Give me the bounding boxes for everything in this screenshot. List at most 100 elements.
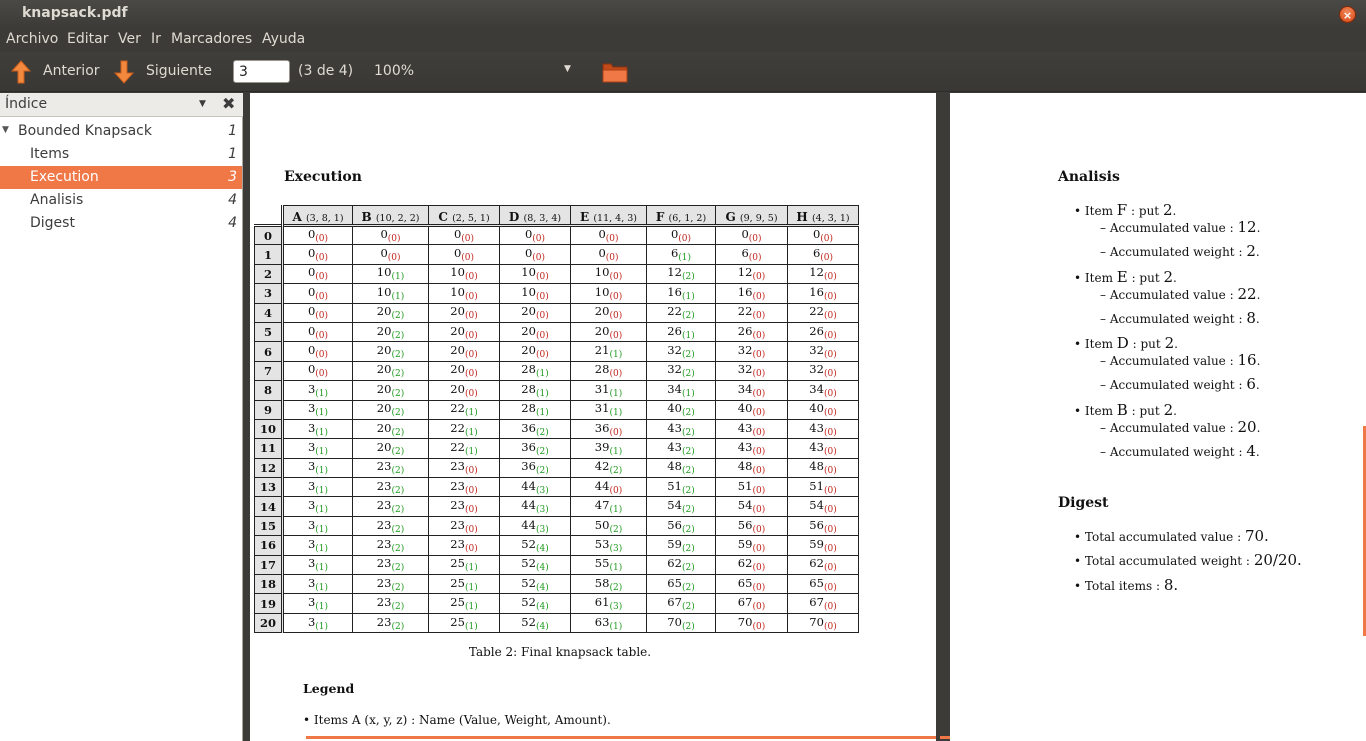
- cell-amount-value: 2: [394, 524, 401, 535]
- cell-value: 28: [521, 381, 536, 396]
- acc-weight-label: Accumulated weight :: [1109, 245, 1243, 259]
- cell-amount-value: 2: [685, 602, 692, 613]
- table-cell: 23(0): [428, 515, 500, 537]
- acc-value-label: Accumulated value :: [1109, 354, 1234, 368]
- column-name: B: [361, 210, 372, 224]
- cell-value: 67: [667, 595, 682, 610]
- table-cell: 26(0): [715, 321, 788, 343]
- cell-amount: (2): [391, 621, 405, 632]
- sidebar-item-analisis[interactable]: Analisis 4: [0, 189, 242, 212]
- cell-value: 22: [450, 401, 465, 416]
- acc-weight: 6: [1246, 375, 1256, 393]
- sidebar-item-digest[interactable]: Digest 4: [0, 212, 242, 235]
- cell-amount-value: 2: [394, 543, 401, 554]
- row-index: 4: [254, 302, 284, 323]
- menu-archivo[interactable]: Archivo: [6, 31, 58, 47]
- cell-value: 26: [667, 323, 682, 338]
- cell-value: 10: [521, 265, 536, 280]
- cell-value: 23: [450, 517, 465, 532]
- menu-ayuda[interactable]: Ayuda: [262, 31, 305, 47]
- cell-value: 23: [376, 517, 392, 532]
- chevron-down-icon[interactable]: ▼: [199, 99, 206, 109]
- row-index: 1: [254, 244, 284, 265]
- cell-value: 23: [450, 478, 465, 493]
- cell-amount: (0): [535, 291, 549, 302]
- table-cell: 0(0): [499, 224, 571, 246]
- table-row: 1 0(0) 0(0) 0(0) 0(0) 0(0) 6(1) 6(0) 6(0): [254, 244, 859, 265]
- cell-amount-value: 0: [827, 330, 834, 341]
- cell-value: 40: [667, 401, 682, 416]
- open-folder-button[interactable]: [601, 59, 629, 85]
- page-number-input[interactable]: [233, 60, 290, 83]
- cell-amount: (0): [823, 543, 837, 554]
- sidebar-item-page: 4: [228, 192, 237, 208]
- cell-amount: (2): [391, 543, 405, 554]
- expander-triangle-icon[interactable]: ▼: [2, 125, 9, 135]
- cell-amount-value: 1: [539, 369, 546, 380]
- cell-amount: (1): [609, 621, 623, 632]
- cell-amount-value: 4: [539, 602, 546, 613]
- table-row: 17 3(1) 23(2) 25(1) 52(4) 55(1) 62(2) 62(0) 62(0…: [254, 554, 859, 576]
- cell-value: 67: [809, 595, 824, 610]
- close-sidebar-icon[interactable]: ✖: [222, 94, 235, 113]
- column-params: (11, 4, 3): [593, 213, 637, 224]
- cell-amount: (0): [609, 311, 623, 322]
- sidebar-item-bounded-knapsack[interactable]: ▼ Bounded Knapsack 1: [0, 120, 242, 143]
- accumulated-weight-line: – Accumulated weight : 2.: [1100, 242, 1260, 260]
- table-cell: 32(0): [715, 341, 788, 362]
- cell-amount: (0): [464, 543, 478, 554]
- table-cell: 20(0): [428, 360, 500, 382]
- cell-value: 0: [380, 227, 388, 242]
- next-page-button[interactable]: [111, 58, 137, 86]
- cell-amount: (0): [752, 291, 766, 302]
- cell-value: 0: [598, 227, 606, 242]
- prev-label[interactable]: Anterior: [43, 63, 100, 79]
- table-cell: 62(0): [787, 554, 859, 576]
- table-cell: 67(0): [715, 593, 788, 614]
- next-label[interactable]: Siguiente: [146, 63, 212, 79]
- table-cell: 20(2): [352, 418, 429, 440]
- menu-ver[interactable]: Ver: [118, 31, 141, 47]
- cell-amount: (0): [823, 466, 837, 477]
- table-cell: 52(4): [499, 535, 571, 556]
- acc-value-label: Accumulated value :: [1109, 288, 1234, 302]
- cell-value: 20: [376, 304, 392, 319]
- sidebar-item-items[interactable]: Items 1: [0, 143, 242, 166]
- cell-amount: (1): [315, 408, 329, 419]
- close-icon[interactable]: ×: [1339, 6, 1356, 23]
- table-header-row: A (3, 8, 1) B (10, 2, 2) C (2, 5, 1) D (8, …: [254, 205, 859, 226]
- menu-marcadores[interactable]: Marcadores: [171, 31, 252, 47]
- cell-amount-value: 2: [685, 563, 692, 574]
- cell-amount: (4): [535, 602, 549, 613]
- menu-editar[interactable]: Editar: [67, 31, 108, 47]
- sidebar-header[interactable]: Índice ▼ ✖: [0, 93, 243, 117]
- table-cell: 3(1): [282, 477, 353, 498]
- table-row: 12 3(1) 23(2) 23(0) 36(2) 42(2) 48(2) 48(0) 48(0…: [254, 457, 859, 479]
- zoom-select[interactable]: 100% ▼: [366, 58, 582, 86]
- table-cell: 52(4): [499, 554, 571, 576]
- cell-amount: (1): [315, 466, 329, 477]
- cell-amount-value: 1: [318, 408, 325, 419]
- prev-page-button[interactable]: [8, 58, 34, 86]
- table-row: 7 0(0) 20(2) 20(0) 28(1) 28(0) 32(2) 32(0) 32(0): [254, 360, 859, 382]
- cell-amount: (1): [535, 369, 549, 380]
- sidebar-item-execution[interactable]: Execution 3: [0, 166, 242, 189]
- table-cell: 10(0): [499, 283, 571, 304]
- menu-ir[interactable]: Ir: [151, 31, 161, 47]
- row-index: 18: [254, 574, 284, 595]
- cell-amount-value: 0: [539, 272, 546, 283]
- cell-value: 12: [667, 265, 682, 280]
- table-row: 6 0(0) 20(2) 20(0) 20(0) 21(1) 32(2) 32(0) 32(0): [254, 341, 859, 362]
- cell-amount: (2): [391, 602, 405, 613]
- cell-amount-value: 0: [539, 291, 546, 302]
- cell-amount-value: 1: [318, 466, 325, 477]
- cell-amount-value: 0: [468, 505, 475, 516]
- document-viewer[interactable]: Execution A (3, 8, 1) B (10, 2, 2) C (2, 5…: [244, 93, 1366, 741]
- cell-amount: (1): [464, 582, 478, 593]
- cell-amount-value: 0: [755, 446, 762, 457]
- cell-amount: (2): [681, 543, 695, 554]
- table-cell: 43(2): [646, 418, 716, 440]
- cell-value: 56: [667, 517, 682, 532]
- row-index: 10: [254, 418, 284, 440]
- table-cell: 43(0): [715, 438, 788, 459]
